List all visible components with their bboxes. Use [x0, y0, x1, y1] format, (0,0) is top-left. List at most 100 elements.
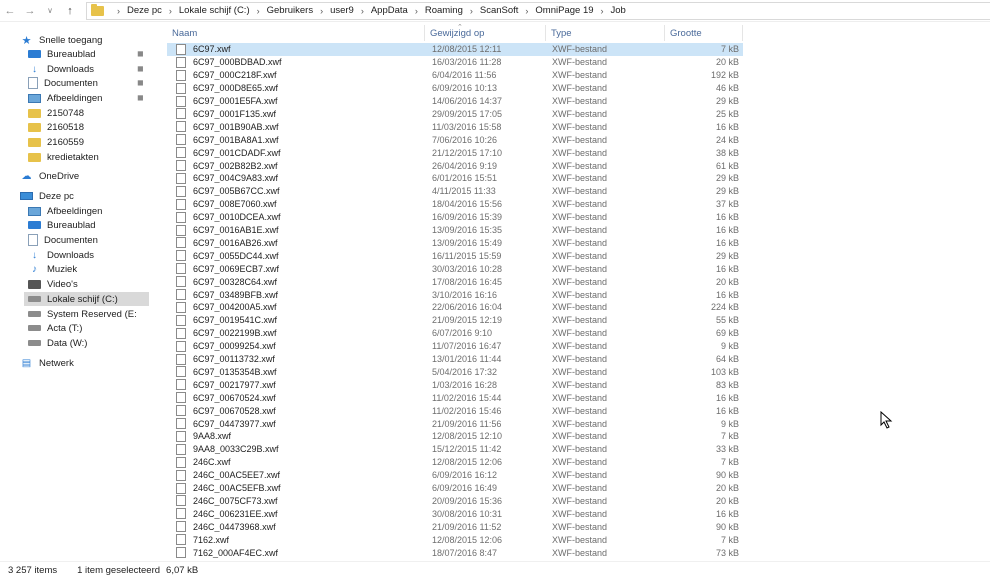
file-row[interactable]: 6C97_0016AB26.xwf 13/09/2016 15:49 XWF-bes… [167, 237, 743, 250]
pin-icon[interactable]: ◼ [137, 49, 144, 58]
file-row[interactable]: 6C97_0055DC44.xwf 16/11/2015 15:59 XWF-bes… [167, 249, 743, 262]
sidebar-item-documenten[interactable]: Documenten [28, 76, 98, 90]
file-row[interactable]: 6C97_0010DCEA.xwf 16/09/2016 15:39 XWF-bes… [167, 211, 743, 224]
pin-icon[interactable]: ◼ [137, 64, 144, 73]
file-row[interactable]: 6C97_00670528.xwf 11/02/2016 15:46 XWF-bes… [167, 404, 743, 417]
sidebar-item-system-reserved[interactable]: System Reserved (E: [28, 307, 137, 321]
pin-icon[interactable]: ◼ [137, 78, 144, 87]
sidebar-item-afbeeldingen-pc[interactable]: Afbeeldingen [28, 204, 102, 218]
sidebar-item-onedrive[interactable]: ☁ OneDrive [20, 169, 80, 183]
sidebar-item-2160559[interactable]: 2160559 [28, 135, 84, 149]
file-row[interactable]: 9AA8_0033C29B.xwf 15/12/2015 11:42 XWF-bes… [167, 443, 743, 456]
chevron-down-icon[interactable]: ∨ [40, 1, 60, 21]
breadcrumb-item[interactable]: user9 [330, 5, 354, 16]
pin-icon[interactable]: ◼ [137, 93, 144, 102]
breadcrumb-item[interactable]: Roaming [425, 5, 463, 16]
sidebar-item-muziek[interactable]: ♪ Muziek [28, 262, 77, 276]
file-row[interactable]: 6C97_001B90AB.xwf 11/03/2016 15:58 XWF-bes… [167, 120, 743, 133]
column-header-type[interactable]: Type [546, 25, 665, 41]
file-icon [176, 392, 186, 404]
file-row[interactable]: 6C97_04473977.xwf 21/09/2016 11:56 XWF-bes… [167, 417, 743, 430]
column-header-label: Gewijzigd op [430, 27, 485, 39]
sidebar-item-kredietakten[interactable]: kredietakten [28, 150, 99, 164]
address-bar[interactable]: › Deze pc › Lokale schijf (C:) › Gebruik… [86, 1, 990, 20]
file-row[interactable]: 6C97_008E7060.xwf 18/04/2016 15:56 XWF-bes… [167, 198, 743, 211]
breadcrumb-item[interactable]: Deze pc [127, 5, 162, 16]
file-row[interactable]: 6C97_00670524.xwf 11/02/2016 15:44 XWF-bes… [167, 391, 743, 404]
file-row[interactable]: 6C97_0135354B.xwf 5/04/2016 17:32 XWF-best… [167, 366, 743, 379]
breadcrumb-separator-icon[interactable]: › [601, 6, 604, 16]
file-row[interactable]: 7162.xwf 12/08/2015 12:06 XWF-bestand 7 kB [167, 533, 743, 546]
breadcrumb-item[interactable]: OmniPage 19 [535, 5, 593, 16]
file-row[interactable]: 9AA8.xwf 12/08/2015 12:10 XWF-bestand 7 kB [167, 430, 743, 443]
file-row[interactable]: 6C97_005B67CC.xwf 4/11/2015 11:33 XWF-best… [167, 185, 743, 198]
file-row[interactable]: 6C97_0016AB1E.xwf 13/09/2016 15:35 XWF-bes… [167, 224, 743, 237]
file-size: 24 kB [715, 134, 739, 145]
file-row[interactable]: 6C97_0001E5FA.xwf 14/06/2016 14:37 XWF-bes… [167, 95, 743, 108]
sidebar-item-label: Deze pc [39, 190, 74, 202]
sidebar-item-bureaublad[interactable]: Bureaublad [28, 47, 96, 61]
file-row[interactable]: 6C97_004C9A83.xwf 6/01/2016 15:51 XWF-best… [167, 172, 743, 185]
breadcrumb-separator-icon[interactable]: › [257, 6, 260, 16]
sidebar-item-lokale-schijf[interactable]: Lokale schijf (C:) [24, 292, 149, 306]
file-name: 6C97_00670524.xwf [193, 392, 276, 403]
breadcrumb-item[interactable]: Job [611, 5, 626, 16]
file-row[interactable]: 6C97_03489BFB.xwf 3/10/2016 16:16 XWF-best… [167, 288, 743, 301]
breadcrumb-item[interactable]: Gebruikers [267, 5, 313, 16]
sidebar-item-snelle-toegang[interactable]: ★ Snelle toegang [20, 33, 103, 47]
breadcrumb-separator-icon[interactable]: › [525, 6, 528, 16]
sidebar-item-data[interactable]: Data (W:) [28, 336, 87, 350]
file-row[interactable]: 246C_0075CF73.xwf 20/09/2016 15:36 XWF-bes… [167, 495, 743, 508]
sidebar-item-label: 2160518 [47, 121, 84, 133]
breadcrumb-separator-icon[interactable]: › [361, 6, 364, 16]
sidebar-item-acta[interactable]: Acta (T:) [28, 321, 82, 335]
file-row[interactable]: 6C97_001BA8A1.xwf 7/06/2016 10:26 XWF-best… [167, 133, 743, 146]
file-row[interactable]: 6C97_002B82B2.xwf 26/04/2016 9:19 XWF-best… [167, 159, 743, 172]
column-header-size[interactable]: Grootte [665, 25, 743, 41]
file-row[interactable]: 246C.xwf 12/08/2015 12:06 XWF-bestand 7 kB [167, 456, 743, 469]
file-row[interactable]: 6C97_000BDBAD.xwf 16/03/2016 11:28 XWF-bes… [167, 56, 743, 69]
sidebar-item-downloads[interactable]: ↓ Downloads [28, 62, 94, 76]
drive-icon [28, 340, 41, 346]
file-row[interactable]: 246C_00AC5EE7.xwf 6/09/2016 16:12 XWF-best… [167, 469, 743, 482]
breadcrumb-item[interactable]: AppData [371, 5, 408, 16]
sidebar-item-netwerk[interactable]: ▤ Netwerk [20, 356, 74, 370]
sidebar-item-2150748[interactable]: 2150748 [28, 106, 84, 120]
file-row[interactable]: 246C_006231EE.xwf 30/08/2016 10:31 XWF-bes… [167, 507, 743, 520]
breadcrumb-separator-icon[interactable]: › [415, 6, 418, 16]
up-arrow-icon[interactable]: ↑ [60, 1, 80, 21]
file-row[interactable]: 6C97_00217977.xwf 1/03/2016 16:28 XWF-best… [167, 378, 743, 391]
sidebar-item-videos[interactable]: Video's [28, 277, 78, 291]
forward-arrow-icon[interactable]: → [20, 1, 40, 21]
file-row[interactable]: 6C97_00099254.xwf 11/07/2016 16:47 XWF-bes… [167, 340, 743, 353]
breadcrumb-separator-icon[interactable]: › [470, 6, 473, 16]
file-row[interactable]: 6C97_0001F135.xwf 29/09/2015 17:05 XWF-bes… [167, 108, 743, 121]
back-arrow-icon[interactable]: ← [0, 1, 20, 21]
file-row[interactable]: 6C97_004200A5.xwf 22/06/2016 16:04 XWF-bes… [167, 301, 743, 314]
file-row[interactable]: 6C97_0069ECB7.xwf 30/03/2016 10:28 XWF-bes… [167, 262, 743, 275]
file-name: 6C97_03489BFB.xwf [193, 289, 279, 300]
breadcrumb-separator-icon[interactable]: › [320, 6, 323, 16]
sidebar-item-documenten-pc[interactable]: Documenten [28, 233, 98, 247]
file-row[interactable]: 7162_000AF4EC.xwf 18/07/2016 8:47 XWF-best… [167, 546, 743, 559]
breadcrumb-item[interactable]: ScanSoft [480, 5, 519, 16]
file-row[interactable]: 6C97_000C218F.xwf 6/04/2016 11:56 XWF-best… [167, 69, 743, 82]
file-row[interactable]: 6C97_000D8E65.xwf 6/09/2016 10:13 XWF-best… [167, 82, 743, 95]
sidebar-item-bureaublad-pc[interactable]: Bureaublad [28, 218, 96, 232]
file-row[interactable]: 6C97_001CDADF.xwf 21/12/2015 17:10 XWF-bes… [167, 146, 743, 159]
file-row[interactable]: 6C97_0019541C.xwf 21/09/2015 12:19 XWF-bes… [167, 314, 743, 327]
file-row[interactable]: 246C_00AC5EFB.xwf 6/09/2016 16:49 XWF-best… [167, 482, 743, 495]
breadcrumb-separator-icon[interactable]: › [169, 6, 172, 16]
file-row[interactable]: 6C97_00328C64.xwf 17/08/2016 16:45 XWF-bes… [167, 275, 743, 288]
sidebar-item-deze-pc[interactable]: Deze pc [20, 189, 74, 203]
breadcrumb-item[interactable]: Lokale schijf (C:) [179, 5, 250, 16]
file-row[interactable]: 6C97_0022199B.xwf 6/07/2016 9:10 XWF-besta… [167, 327, 743, 340]
sidebar-item-2160518[interactable]: 2160518 [28, 120, 84, 134]
file-row[interactable]: 246C_04473968.xwf 21/09/2016 11:52 XWF-bes… [167, 520, 743, 533]
sidebar-item-downloads-pc[interactable]: ↓ Downloads [28, 248, 94, 262]
column-header-name[interactable]: Naam ⌃ [167, 24, 463, 41]
sidebar-item-afbeeldingen[interactable]: Afbeeldingen [28, 91, 102, 105]
column-header-date[interactable]: Gewijzigd op [425, 25, 546, 41]
file-row[interactable]: 6C97.xwf 12/08/2015 12:11 XWF-bestand 7 kB [167, 43, 743, 56]
file-row[interactable]: 6C97_00113732.xwf 13/01/2016 11:44 XWF-bes… [167, 353, 743, 366]
